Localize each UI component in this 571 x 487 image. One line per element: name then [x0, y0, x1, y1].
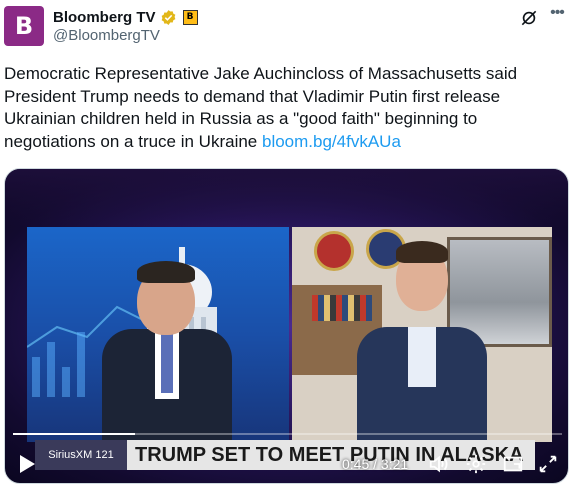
guest-person [352, 227, 492, 442]
tweet-header: B Bloomberg TV B @BloombergTV ••• [4, 5, 567, 46]
video-player[interactable]: SiriusXM 121 TRUMP SET TO MEET PUTIN IN … [4, 168, 569, 484]
news-chyron: SiriusXM 121 TRUMP SET TO MEET PUTIN IN … [35, 440, 535, 470]
volume-icon[interactable] [428, 453, 450, 475]
progress-bar[interactable] [13, 433, 562, 435]
tweet-text: Democratic Representative Jake Auchinclo… [4, 63, 564, 153]
name-row: Bloomberg TV B [53, 8, 198, 26]
video-frame [27, 227, 552, 442]
avatar-letter: B [14, 12, 34, 40]
settings-icon[interactable] [465, 453, 487, 475]
avatar[interactable]: B [4, 6, 44, 46]
time-display: 0:45 / 3:21 [342, 456, 409, 472]
anchor-person [97, 237, 237, 442]
gold-verified-icon[interactable] [160, 9, 177, 26]
affiliate-badge[interactable]: B [182, 9, 198, 25]
background-glow [5, 169, 568, 229]
play-icon[interactable] [17, 453, 37, 475]
chyron-logo: SiriusXM 121 [35, 440, 127, 470]
display-name[interactable]: Bloomberg TV [53, 9, 156, 26]
grok-icon[interactable] [519, 8, 539, 28]
progress-fill [13, 433, 136, 435]
remote-guest-panel [292, 227, 552, 442]
user-handle[interactable]: @BloombergTV [53, 27, 160, 44]
fullscreen-icon[interactable] [537, 453, 559, 475]
seal-plaque [314, 231, 354, 271]
picture-in-picture-icon[interactable] [502, 453, 524, 475]
tweet-body: Democratic Representative Jake Auchinclo… [4, 64, 518, 151]
more-icon[interactable]: ••• [547, 5, 567, 26]
tweet-link[interactable]: bloom.bg/4fvkAUa [262, 132, 401, 151]
studio-panel [27, 227, 289, 442]
